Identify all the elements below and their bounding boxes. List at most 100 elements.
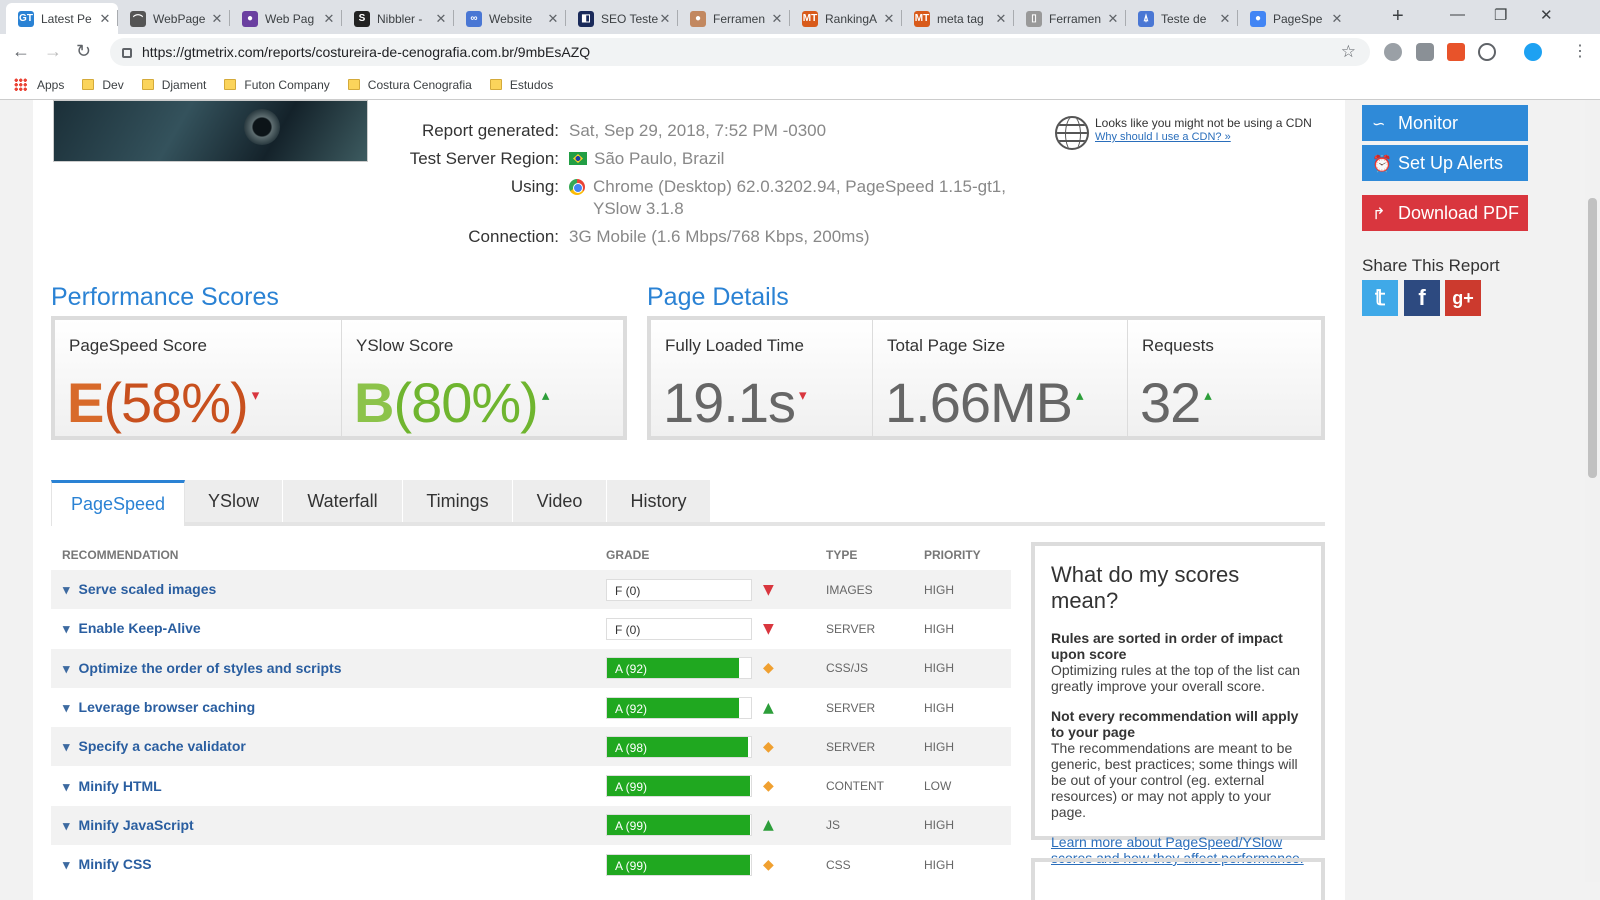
tab-favicon-icon: ●	[1250, 10, 1266, 27]
recommendation-type: CSS	[826, 857, 851, 872]
requests-label: Requests	[1142, 336, 1214, 355]
recommendation-name[interactable]: Optimize the order of styles and scripts	[63, 660, 342, 677]
trend-up-icon: ▴	[1076, 386, 1083, 404]
bookmark-estudos[interactable]: Estudos	[489, 78, 553, 92]
google-plus-share-icon[interactable]: g+	[1445, 280, 1481, 316]
recommendation-name[interactable]: Minify JavaScript	[63, 817, 194, 834]
browser-tab[interactable]: ● PageSpe ✕	[1238, 3, 1350, 34]
extension-cloud-icon[interactable]	[1384, 43, 1402, 61]
scrollbar-thumb[interactable]	[1588, 198, 1597, 478]
recommendation-name[interactable]: Minify CSS	[63, 856, 152, 873]
browser-tab[interactable]: ● Ferramen ✕	[678, 3, 790, 34]
table-row[interactable]: Minify JavaScript A (99) ▲ JS HIGH	[51, 805, 1011, 846]
tab-label: Nibbler -	[377, 11, 423, 26]
table-row[interactable]: Serve scaled images F (0) ▼ IMAGES HIGH	[51, 570, 1011, 610]
recommendation-name[interactable]: Serve scaled images	[63, 581, 217, 598]
brazil-flag-icon	[569, 152, 587, 165]
download-pdf-button[interactable]: ↱ Download PDF	[1362, 195, 1528, 231]
tab-label: RankingA	[825, 11, 878, 26]
browser-tab[interactable]: MT RankingA ✕	[790, 3, 902, 34]
bookmark-futon-company[interactable]: Futon Company	[224, 78, 330, 92]
secondary-help-box	[1031, 858, 1325, 900]
table-row[interactable]: Optimize the order of styles and scripts…	[51, 648, 1011, 688]
facebook-share-icon[interactable]: f	[1404, 280, 1440, 316]
table-row[interactable]: Minify CSS A (99) ◆ CSS HIGH	[51, 845, 1011, 884]
bookmark-star-icon[interactable]: ☆	[1341, 42, 1356, 62]
vertical-scrollbar[interactable]	[1585, 100, 1600, 882]
tab-favicon-icon: ●	[690, 10, 706, 27]
bookmark-label: Costura Cenografia	[367, 77, 472, 92]
recommendation-name[interactable]: Leverage browser caching	[63, 699, 256, 716]
tab-close-icon[interactable]: ✕	[210, 11, 224, 27]
site-screenshot-thumbnail	[53, 100, 368, 162]
column-header-recommendation[interactable]: RECOMMENDATION	[62, 548, 178, 562]
tab-close-icon[interactable]: ✕	[1330, 11, 1344, 27]
restore-icon[interactable]: ❐	[1494, 6, 1507, 24]
table-row[interactable]: Specify a cache validator A (98) ◆ SERVER HI…	[51, 727, 1011, 767]
tab-history[interactable]: History	[607, 480, 711, 522]
tab-close-icon[interactable]: ✕	[434, 11, 448, 27]
browser-tab[interactable]: ● Web Pag ✕	[230, 3, 342, 34]
recommendation-name[interactable]: Minify HTML	[63, 778, 162, 795]
fully-loaded-number: 19.1s	[663, 371, 796, 434]
forward-icon[interactable]: →	[44, 41, 62, 62]
tab-close-icon[interactable]: ✕	[1106, 11, 1120, 27]
column-header-grade[interactable]: GRADE	[606, 548, 649, 562]
bookmark-dev[interactable]: Dev	[82, 78, 124, 92]
extension-heart-icon[interactable]	[1524, 43, 1542, 61]
tab-close-icon[interactable]: ✕	[770, 11, 784, 27]
browser-tab[interactable]: ▯ Ferramen ✕	[1014, 3, 1126, 34]
tab-close-icon[interactable]: ✕	[1218, 11, 1232, 27]
browser-tab[interactable]: S Nibbler - ✕	[342, 3, 454, 34]
tab-waterfall[interactable]: Waterfall	[283, 480, 403, 522]
close-window-icon[interactable]: ✕	[1540, 6, 1553, 24]
menu-dots-icon[interactable]: ⋮	[1572, 41, 1588, 61]
tab-favicon-icon: ⌒	[130, 10, 146, 27]
recommendation-name[interactable]: Specify a cache validator	[63, 738, 246, 755]
cdn-why-link[interactable]: Why should I use a CDN? »	[1095, 131, 1312, 143]
scores-help-text-2: The recommendations are meant to be gene…	[1051, 740, 1298, 820]
tab-close-icon[interactable]: ✕	[322, 11, 336, 27]
tab-separator	[453, 10, 454, 26]
bookmark-djament[interactable]: Djament	[141, 78, 206, 92]
tab-pagespeed[interactable]: PageSpeed	[51, 480, 185, 526]
tab-video[interactable]: Video	[513, 480, 607, 522]
browser-tab[interactable]: ∞ Website ✕	[454, 3, 566, 34]
bookmark-apps[interactable]: Apps	[14, 78, 64, 92]
recommendation-name[interactable]: Enable Keep-Alive	[63, 620, 201, 637]
column-header-priority[interactable]: PRIORITY	[924, 548, 981, 562]
extension-shield-icon[interactable]	[1416, 43, 1434, 61]
minimize-icon[interactable]: —	[1450, 6, 1465, 23]
browser-tab[interactable]: ◧ SEO Teste ✕	[566, 3, 678, 34]
back-icon[interactable]: ←	[12, 41, 30, 62]
page-size-label: Total Page Size	[887, 336, 1006, 355]
column-header-type[interactable]: TYPE	[826, 548, 857, 562]
right-sidebar: ∽ Monitor ⏰ Set Up Alerts ↱ Download PDF Sh…	[1345, 100, 1585, 900]
monitor-button[interactable]: ∽ Monitor	[1362, 105, 1528, 141]
tab-timings[interactable]: Timings	[403, 480, 513, 522]
tab-close-icon[interactable]: ✕	[994, 11, 1008, 27]
browser-tab[interactable]: GT Latest Pe ✕	[6, 3, 118, 34]
browser-tab[interactable]: ⍋ Teste de ✕	[1126, 3, 1238, 34]
extension-info-icon[interactable]	[1478, 43, 1496, 61]
recommendation-priority: HIGH	[924, 857, 954, 872]
tab-close-icon[interactable]: ✕	[658, 11, 672, 27]
tab-close-icon[interactable]: ✕	[546, 11, 560, 27]
browser-tab[interactable]: MT meta tag ✕	[902, 3, 1014, 34]
report-generated-label: Report generated:	[421, 121, 559, 140]
bookmark-costura-cenografia[interactable]: Costura Cenografia	[347, 77, 472, 92]
tab-close-icon[interactable]: ✕	[882, 11, 896, 27]
tab-yslow[interactable]: YSlow	[185, 480, 283, 522]
grade-text: A (92)	[615, 662, 648, 677]
browser-tab[interactable]: ⌒ WebPage ✕	[118, 3, 230, 34]
new-tab-button[interactable]: +	[1392, 5, 1404, 28]
reload-icon[interactable]: ↻	[76, 41, 91, 62]
address-bar[interactable]: https://gtmetrix.com/reports/costureira-…	[110, 38, 1370, 66]
tab-close-icon[interactable]: ✕	[98, 11, 112, 27]
table-row[interactable]: Leverage browser caching A (92) ▲ SERVER HIG…	[51, 688, 1011, 727]
table-row[interactable]: Enable Keep-Alive F (0) ▼ SERVER HIGH	[51, 609, 1011, 648]
extension-percent-icon[interactable]	[1447, 43, 1465, 61]
set-up-alerts-button[interactable]: ⏰ Set Up Alerts	[1362, 145, 1528, 181]
twitter-share-icon[interactable]: 𝕥	[1362, 280, 1398, 316]
table-row[interactable]: Minify HTML A (99) ◆ CONTENT LOW	[51, 766, 1011, 805]
